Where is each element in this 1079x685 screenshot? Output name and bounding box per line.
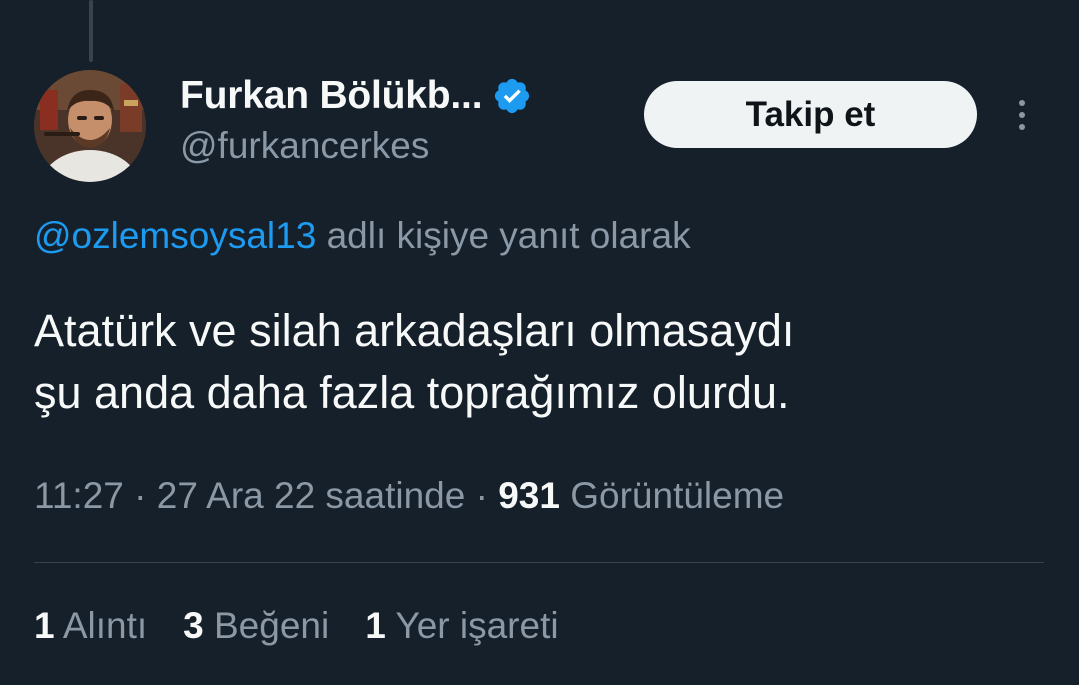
verified-badge-icon: [492, 76, 532, 116]
reply-mention-link[interactable]: @ozlemsoysal13: [34, 215, 316, 256]
avatar-image: [34, 70, 146, 182]
stat-quotes[interactable]: 1 Alıntı: [34, 605, 147, 647]
tweet-text-line: Atatürk ve silah arkadaşları olmasaydı: [34, 305, 795, 356]
meta-separator: ·: [123, 475, 157, 516]
stat-label: Alıntı: [54, 605, 148, 646]
meta-separator: ·: [465, 475, 499, 516]
more-dot: [1019, 100, 1025, 106]
more-dot: [1019, 112, 1025, 118]
stat-likes[interactable]: 3 Beğeni: [183, 605, 329, 647]
thread-connector-line: [89, 0, 93, 62]
tweet-text: Atatürk ve silah arkadaşları olmasaydı ş…: [34, 300, 1044, 424]
tweet-time[interactable]: 11:27: [34, 475, 124, 516]
stat-count: 3: [183, 605, 204, 646]
stat-label: Yer işareti: [385, 605, 559, 646]
author-name-row: Furkan Bölükb...: [180, 70, 532, 122]
stat-count: 1: [365, 605, 386, 646]
more-vertical-icon[interactable]: [1006, 92, 1038, 138]
tweet-date[interactable]: 27 Ara 22 saatinde: [157, 475, 466, 516]
author-display-name[interactable]: Furkan Bölükb...: [180, 74, 483, 118]
follow-button[interactable]: Takip et: [644, 81, 977, 148]
avatar[interactable]: [34, 70, 146, 182]
more-dot: [1019, 124, 1025, 130]
engagement-stats: 1 Alıntı 3 Beğeni 1 Yer işareti: [34, 605, 559, 647]
tweet-meta: 11:27 · 27 Ara 22 saatinde · 931 Görüntü…: [34, 475, 784, 517]
stat-bookmarks[interactable]: 1 Yer işareti: [365, 605, 558, 647]
divider: [34, 562, 1044, 563]
views-count: 931: [498, 475, 560, 516]
tweet-text-line: şu anda daha fazla toprağımız olurdu.: [34, 367, 790, 418]
reply-context-suffix: adlı kişiye yanıt olarak: [316, 215, 691, 256]
views-label: Görüntüleme: [559, 475, 785, 516]
reply-context: @ozlemsoysal13 adlı kişiye yanıt olarak: [34, 215, 691, 257]
stat-label: Beğeni: [203, 605, 330, 646]
stat-count: 1: [34, 605, 55, 646]
author-handle[interactable]: @furkancerkes: [180, 125, 429, 167]
